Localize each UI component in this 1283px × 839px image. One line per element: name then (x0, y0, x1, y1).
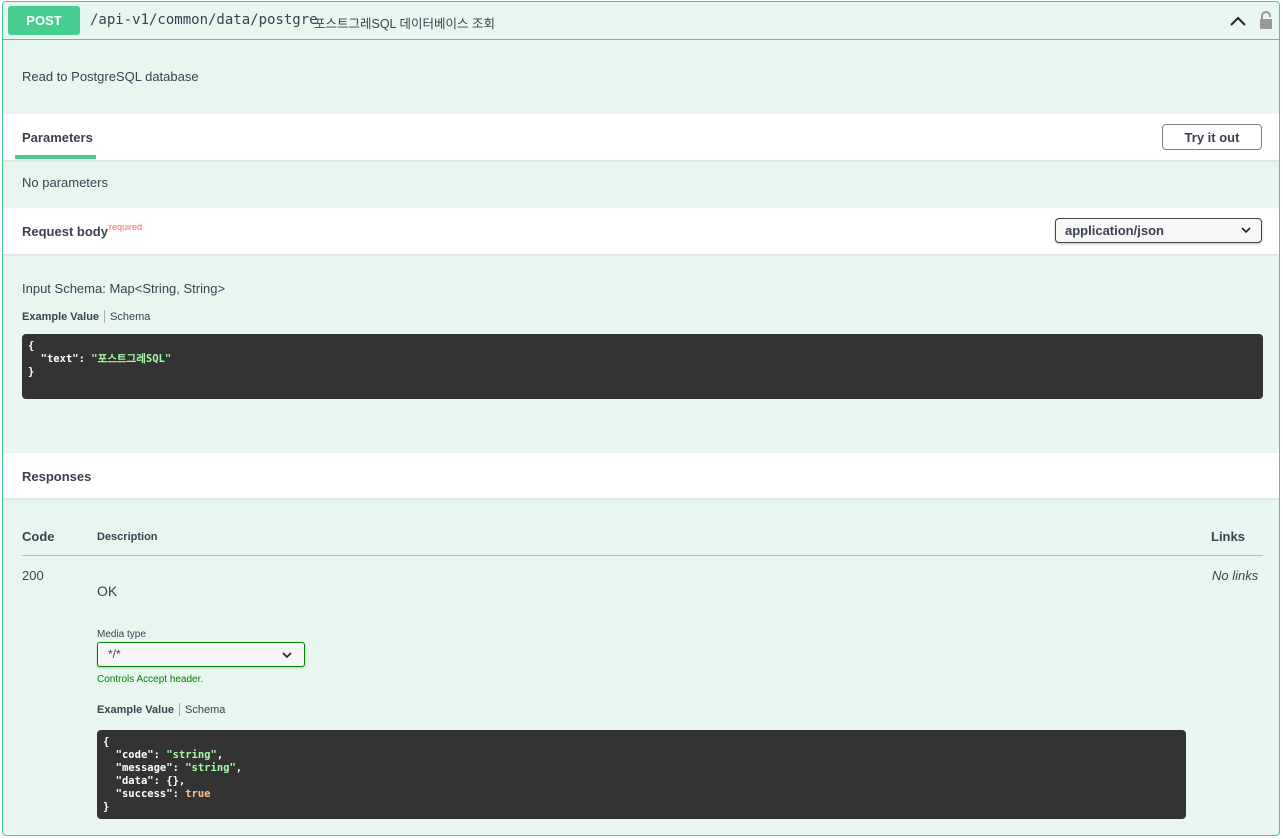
responses-title: Responses (22, 469, 92, 484)
code-key: "data" (115, 775, 154, 787)
code-brace-close: } (103, 801, 110, 813)
request-example-tabs: Example Value Schema (22, 310, 150, 323)
request-example-code: { "text": "포스트그레SQL" } (22, 334, 1263, 399)
code-object-value: {} (166, 775, 179, 787)
tab-schema[interactable]: Schema (185, 704, 225, 716)
parameters-header: Parameters Try it out (3, 114, 1279, 160)
column-header-code: Code (22, 529, 55, 544)
try-it-out-button[interactable]: Try it out (1162, 124, 1262, 150)
code-brace-open: { (28, 340, 35, 352)
lock-icon[interactable] (1258, 10, 1274, 30)
column-header-links: Links (1211, 529, 1245, 544)
table-header-divider (22, 555, 1263, 556)
response-example-tabs: Example Value Schema (97, 703, 225, 716)
request-body-header: Request body required application/json (3, 208, 1279, 254)
chevron-down-icon (1241, 227, 1251, 234)
media-type-label: Media type (97, 629, 146, 640)
chevron-up-icon[interactable] (1229, 14, 1247, 28)
chevron-down-icon (282, 652, 292, 659)
content-type-select[interactable]: application/json (1055, 218, 1262, 243)
tab-divider (104, 310, 106, 323)
responses-header: Responses (3, 453, 1279, 498)
operation-block: POST /api-v1/common/data/postgre 포스트그레SQ… (2, 1, 1280, 836)
tab-example-value[interactable]: Example Value (97, 704, 174, 716)
tab-example-value[interactable]: Example Value (22, 311, 99, 323)
media-type-value: */* (108, 647, 121, 661)
code-brace-close: } (28, 366, 35, 378)
tab-divider (179, 703, 181, 716)
code-key: "text" (40, 353, 79, 365)
endpoint-path: /api-v1/common/data/postgre (90, 12, 318, 28)
operation-summary[interactable]: POST /api-v1/common/data/postgre 포스트그레SQ… (3, 2, 1279, 40)
endpoint-description: Read to PostgreSQL database (22, 69, 199, 84)
method-badge: POST (8, 6, 80, 35)
tab-active-indicator (15, 155, 96, 159)
code-key: "success" (115, 788, 173, 800)
endpoint-summary: 포스트그레SQL 데이터베이스 조회 (314, 17, 495, 31)
request-body-title: Request body (22, 224, 108, 239)
content-type-value: application/json (1065, 223, 1164, 238)
code-boolean-value: true (185, 788, 211, 800)
code-string-value: "string" (185, 762, 236, 774)
controls-accept-note: Controls Accept header. (97, 674, 204, 685)
parameters-title[interactable]: Parameters (22, 130, 93, 145)
tab-schema[interactable]: Schema (110, 311, 150, 323)
input-schema-text: Input Schema: Map<String, String> (22, 281, 226, 296)
response-example-code: { "code": "string", "message": "string",… (97, 730, 1186, 819)
response-description: OK (97, 583, 118, 599)
code-string-value: "string" (166, 749, 217, 761)
column-header-description: Description (97, 531, 158, 543)
code-brace-open: { (103, 736, 110, 748)
response-status-code: 200 (22, 568, 44, 583)
code-colon: : (78, 353, 92, 365)
media-type-select[interactable]: */* (97, 642, 305, 667)
code-key: "code" (115, 749, 154, 761)
code-string-value: "포스트그레SQL" (91, 353, 172, 365)
response-links: No links (1212, 568, 1259, 583)
code-key: "message" (115, 762, 173, 774)
no-parameters-text: No parameters (22, 175, 108, 190)
required-label: required (109, 222, 143, 232)
